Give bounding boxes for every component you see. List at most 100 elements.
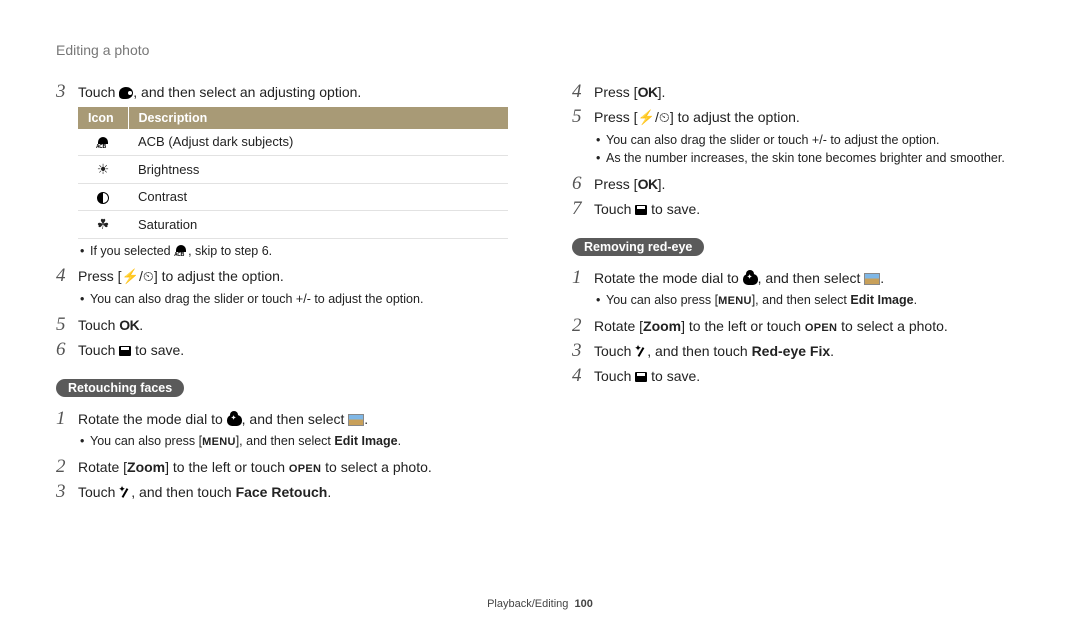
step-number: 2	[56, 457, 78, 478]
text: Touch	[78, 84, 119, 100]
menu-button-label: MENU	[718, 295, 752, 307]
text: ].	[658, 84, 666, 100]
mode-dial-icon	[743, 274, 758, 285]
step-number: 6	[572, 174, 594, 195]
notes: You can also drag the slider or touch +/…	[596, 132, 1024, 168]
step-text: Press [OK].	[594, 82, 1024, 102]
note: You can also press [MENU], and then sele…	[596, 292, 1024, 310]
text: Press [	[594, 109, 638, 125]
text: If you selected	[90, 244, 174, 258]
step-number: 7	[572, 199, 594, 220]
text: to select a photo.	[321, 459, 432, 475]
text: to save.	[131, 342, 184, 358]
step-number: 3	[56, 82, 78, 103]
note: You can also drag the slider or touch +/…	[80, 291, 508, 309]
notes: You can also drag the slider or touch +/…	[80, 291, 508, 309]
acb-icon	[174, 245, 188, 257]
step-5: 5 Touch OK.	[56, 315, 508, 336]
text: Touch	[594, 201, 635, 217]
page-footer: Playback/Editing 100	[0, 598, 1080, 610]
table-cell: Brightness	[128, 155, 508, 183]
text: ], and then select	[236, 434, 335, 448]
step-text: Press [⚡/⏲] to adjust the option.	[78, 266, 508, 286]
table-cell: ACB (Adjust dark subjects)	[128, 129, 508, 156]
notes: You can also press [MENU], and then sele…	[80, 433, 508, 451]
text: Rotate the mode dial to	[594, 270, 743, 286]
acb-icon	[78, 129, 128, 156]
step-4: 4 Press [OK].	[572, 82, 1024, 103]
page-title: Editing a photo	[56, 42, 1024, 58]
step-number: 6	[56, 340, 78, 361]
text: .	[327, 484, 331, 500]
zoom-label: Zoom	[127, 459, 165, 475]
flash-icon: ⚡	[638, 109, 655, 125]
text: , and then select	[758, 270, 865, 286]
step-text: Touch , and then touch Red-eye Fix.	[594, 341, 1024, 361]
step-number: 4	[572, 366, 594, 387]
text: Touch	[594, 343, 635, 359]
text: .	[914, 293, 917, 307]
footer-section: Playback/Editing	[487, 598, 568, 610]
step-5: 5 Press [⚡/⏲] to adjust the option.	[572, 107, 1024, 128]
table-row: Contrast	[78, 183, 508, 210]
text: ] to adjust the option.	[670, 109, 800, 125]
table-row: ☘ Saturation	[78, 210, 508, 238]
brightness-icon: ☀	[78, 155, 128, 183]
save-icon	[635, 372, 647, 382]
ok-icon: OK	[638, 176, 658, 192]
step-text: Touch , and then select an adjusting opt…	[78, 82, 508, 102]
edit-image-thumb-icon	[348, 414, 364, 426]
notes: If you selected , skip to step 6.	[80, 243, 508, 261]
open-label: OPEN	[805, 322, 837, 334]
text: , and then select an adjusting option.	[133, 84, 361, 100]
table-row: ☀ Brightness	[78, 155, 508, 183]
table-header-icon: Icon	[78, 107, 128, 129]
text: .	[364, 411, 368, 427]
note: You can also drag the slider or touch +/…	[596, 132, 1024, 150]
step-number: 5	[572, 107, 594, 128]
step-number: 1	[572, 268, 594, 289]
text: , skip to step 6.	[188, 244, 272, 258]
text: to save.	[647, 368, 700, 384]
text: ] to the left or touch	[165, 459, 289, 475]
step-text: Touch , and then touch Face Retouch.	[78, 482, 508, 502]
text: Rotate [	[78, 459, 127, 475]
step-text: Rotate the mode dial to , and then selec…	[594, 268, 1024, 288]
notes: You can also press [MENU], and then sele…	[596, 292, 1024, 310]
text: Touch	[78, 317, 119, 333]
left-column: 3 Touch , and then select an adjusting o…	[56, 78, 508, 507]
step-text: Rotate [Zoom] to the left or touch OPEN …	[78, 457, 508, 478]
timer-icon: ⏲	[659, 109, 670, 125]
text: Touch	[594, 368, 635, 384]
subheading-retouching-faces: Retouching faces	[56, 379, 184, 397]
footer-page-number: 100	[575, 598, 593, 610]
save-icon	[119, 346, 131, 356]
step-text: Rotate the mode dial to , and then selec…	[78, 409, 508, 429]
text: ], and then select	[752, 293, 851, 307]
step-text: Press [⚡/⏲] to adjust the option.	[594, 107, 1024, 127]
save-icon	[635, 205, 647, 215]
re-step-1: 1 Rotate the mode dial to , and then sel…	[572, 268, 1024, 289]
edit-image-thumb-icon	[864, 273, 880, 285]
text: ] to adjust the option.	[154, 268, 284, 284]
text: ] to the left or touch	[681, 318, 805, 334]
rf-step-2: 2 Rotate [Zoom] to the left or touch OPE…	[56, 457, 508, 478]
ok-icon: OK	[119, 317, 139, 333]
subheading-removing-red-eye: Removing red-eye	[572, 238, 704, 256]
step-7: 7 Touch to save.	[572, 199, 1024, 220]
step-6: 6 Press [OK].	[572, 174, 1024, 195]
table-cell: Saturation	[128, 210, 508, 238]
text: .	[880, 270, 884, 286]
bold-text: Edit Image	[850, 293, 913, 307]
text: to select a photo.	[837, 318, 948, 334]
re-step-4: 4 Touch to save.	[572, 366, 1024, 387]
menu-button-label: MENU	[202, 436, 236, 448]
contrast-icon	[78, 183, 128, 210]
step-number: 2	[572, 316, 594, 337]
step-number: 3	[572, 341, 594, 362]
text: , and then touch	[131, 484, 235, 500]
note: As the number increases, the skin tone b…	[596, 150, 1024, 168]
step-text: Touch OK.	[78, 315, 508, 335]
step-text: Touch to save.	[594, 199, 1024, 219]
right-column: 4 Press [OK]. 5 Press [⚡/⏲] to adjust th…	[572, 78, 1024, 507]
